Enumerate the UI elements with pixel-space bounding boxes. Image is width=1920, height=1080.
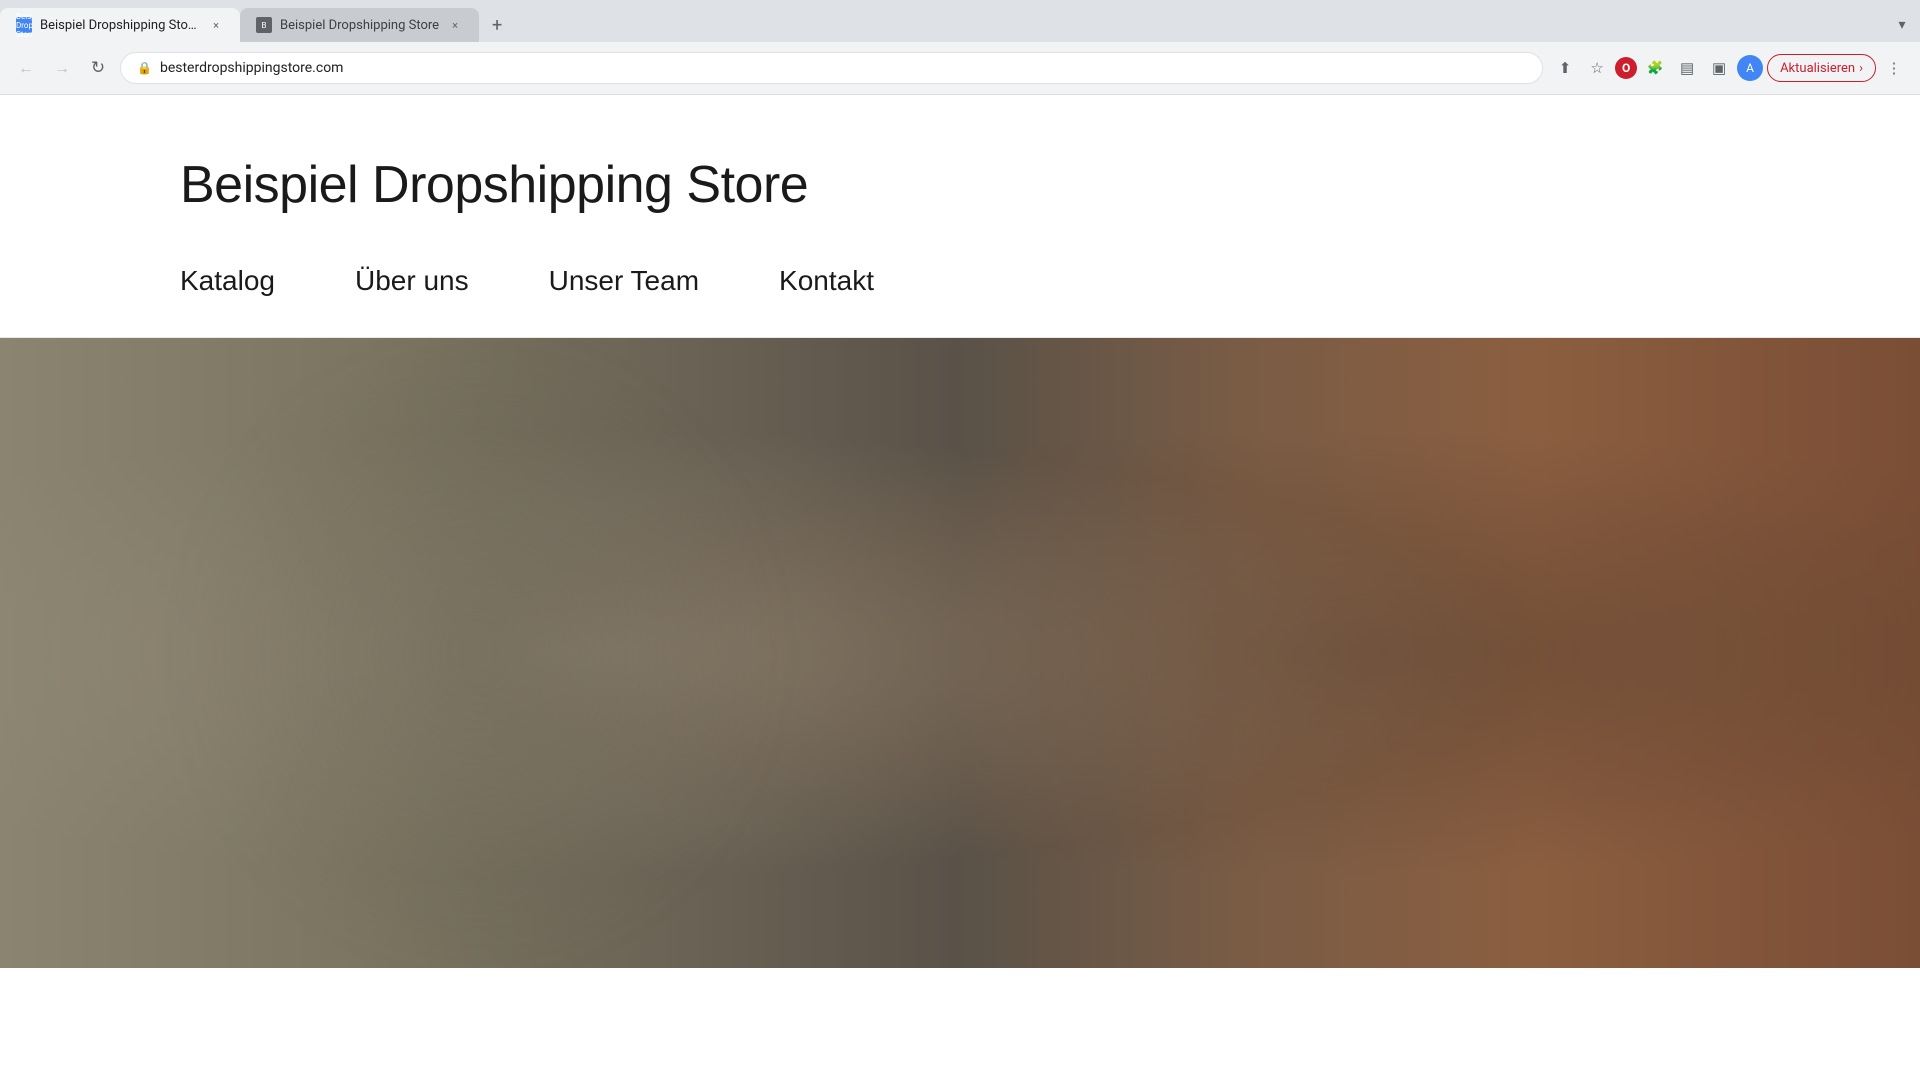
hero-background	[180, 338, 780, 968]
site-nav: Katalog Über uns Unser Team Kontakt	[180, 265, 1740, 297]
toolbar-right: ⬆ ☆ O 🧩 ▤ ▣ A Aktualisieren › ⋮	[1551, 54, 1908, 82]
site-title: Beispiel Dropshipping Store	[180, 155, 1740, 215]
nav-item-uber-uns[interactable]: Über uns	[355, 265, 469, 297]
profile-icon[interactable]: A	[1737, 55, 1763, 81]
tab-label-2: Beispiel Dropshipping Store	[280, 18, 439, 33]
address-input[interactable]: 🔒 besterdropshippingstore.com	[120, 52, 1543, 84]
menu-button[interactable]: ⋮	[1880, 54, 1908, 82]
new-tab-button[interactable]: +	[483, 11, 511, 39]
tab-label-1: Beispiel Dropshipping Store ·...	[40, 18, 200, 33]
sidebar-button[interactable]: ▤	[1673, 54, 1701, 82]
extensions-button[interactable]: 🧩	[1641, 54, 1669, 82]
share-button[interactable]: ⬆	[1551, 54, 1579, 82]
address-text: besterdropshippingstore.com	[160, 60, 344, 76]
forward-button[interactable]: →	[48, 54, 76, 82]
update-label: Aktualisieren	[1780, 61, 1855, 76]
reload-button[interactable]: ↻	[84, 54, 112, 82]
nav-item-katalog[interactable]: Katalog	[180, 265, 275, 297]
update-button[interactable]: Aktualisieren ›	[1767, 54, 1876, 82]
tab-dropdown-button[interactable]: ▾	[1892, 15, 1912, 35]
browser-chrome: Beispiel Dropshipping Store Beispiel Dro…	[0, 0, 1920, 95]
tab-close-2[interactable]: ×	[447, 17, 463, 33]
back-button[interactable]: ←	[12, 54, 40, 82]
tab-favicon-2: B	[256, 17, 272, 33]
split-button[interactable]: ▣	[1705, 54, 1733, 82]
update-arrow: ›	[1859, 61, 1863, 76]
tab-bar: Beispiel Dropshipping Store Beispiel Dro…	[0, 0, 1920, 42]
tab-inactive[interactable]: B Beispiel Dropshipping Store ×	[240, 8, 479, 42]
hero-section	[0, 338, 1920, 968]
nav-item-unser-team[interactable]: Unser Team	[549, 265, 699, 297]
address-bar: ← → ↻ 🔒 besterdropshippingstore.com ⬆ ☆ …	[0, 42, 1920, 94]
opera-icon[interactable]: O	[1615, 57, 1637, 79]
bookmark-button[interactable]: ☆	[1583, 54, 1611, 82]
tab-favicon-1: Beispiel Dropshipping Store	[16, 17, 32, 33]
lock-icon: 🔒	[137, 61, 152, 75]
tab-active[interactable]: Beispiel Dropshipping Store Beispiel Dro…	[0, 8, 240, 42]
tab-close-1[interactable]: ×	[208, 17, 224, 33]
site-header: Beispiel Dropshipping Store Katalog Über…	[0, 95, 1920, 338]
website-content: Beispiel Dropshipping Store Katalog Über…	[0, 95, 1920, 968]
nav-item-kontakt[interactable]: Kontakt	[779, 265, 874, 297]
